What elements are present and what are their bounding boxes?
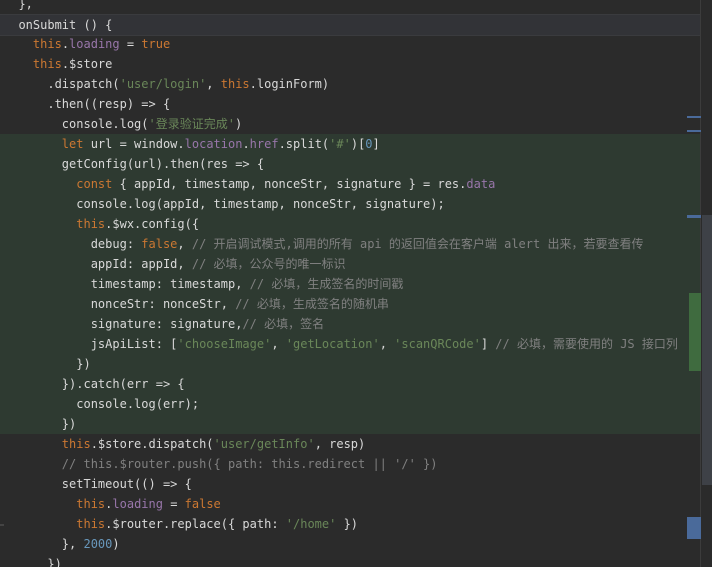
code-text: this.$router.replace({ path: '/home' }) bbox=[76, 517, 359, 531]
code-text: signature: signature,// 必填，签名 bbox=[4, 317, 325, 331]
code-line[interactable]: this.loading = true bbox=[0, 34, 700, 54]
code-text: console.log(err); bbox=[4, 397, 200, 411]
code-text: this.loading = true bbox=[32, 37, 171, 51]
code-text: this.$store.dispatch('user/getInfo', res… bbox=[61, 437, 366, 451]
code-line[interactable]: getConfig(url).then(res => { bbox=[0, 154, 700, 174]
editor-scrollbar[interactable] bbox=[687, 0, 712, 567]
code-text: }) bbox=[4, 357, 91, 371]
code-text: }) bbox=[4, 417, 77, 431]
code-line[interactable]: this.$router.replace({ path: '/home' }) bbox=[0, 514, 700, 534]
change-marker bbox=[689, 293, 701, 371]
code-text: jsApiList: ['chooseImage', 'getLocation'… bbox=[4, 337, 678, 351]
code-line[interactable]: setTimeout(() => { bbox=[0, 474, 700, 494]
code-text: appId: appId, // 必填，公众号的唯一标识 bbox=[4, 257, 346, 271]
code-line[interactable]: }, bbox=[0, 0, 700, 14]
code-line[interactable]: let url = window.location.href.split('#'… bbox=[0, 134, 700, 154]
code-line[interactable]: this.loading = false bbox=[0, 494, 700, 514]
code-line[interactable]: }) bbox=[0, 554, 700, 567]
scroll-marker-mid bbox=[687, 130, 701, 132]
code-line[interactable]: .then((resp) => { bbox=[0, 94, 700, 114]
code-editor[interactable]: }, onSubmit () { this.loading = true thi… bbox=[0, 0, 700, 567]
code-line[interactable]: onSubmit () { bbox=[0, 14, 700, 36]
code-text: nonceStr: nonceStr, // 必填，生成签名的随机串 bbox=[4, 297, 389, 311]
code-text: }, 2000) bbox=[4, 537, 120, 551]
code-text: // this.$router.push({ path: this.redire… bbox=[61, 457, 438, 471]
code-text: this.loading = false bbox=[76, 497, 221, 511]
code-text: this.$wx.config({ bbox=[76, 217, 200, 231]
code-line[interactable]: console.log(err); bbox=[0, 394, 700, 414]
fold-marker-icon[interactable] bbox=[0, 524, 4, 526]
code-line[interactable]: jsApiList: ['chooseImage', 'getLocation'… bbox=[0, 334, 700, 354]
code-line[interactable]: timestamp: timestamp, // 必填，生成签名的时间戳 bbox=[0, 274, 700, 294]
code-text: .then((resp) => { bbox=[4, 97, 171, 111]
scrollbar-thumb[interactable] bbox=[702, 215, 712, 485]
code-text: }).catch(err => { bbox=[4, 377, 185, 391]
code-text: let url = window.location.href.split('#'… bbox=[61, 137, 380, 151]
code-text: console.log(appId, timestamp, nonceStr, … bbox=[4, 197, 445, 211]
code-line[interactable]: this.$store.dispatch('user/getInfo', res… bbox=[0, 434, 700, 454]
code-line[interactable]: console.log(appId, timestamp, nonceStr, … bbox=[0, 194, 700, 214]
code-text: }) bbox=[4, 557, 62, 567]
code-text: getConfig(url).then(res => { bbox=[4, 157, 265, 171]
code-text: setTimeout(() => { bbox=[4, 477, 192, 491]
code-line[interactable]: }) bbox=[0, 414, 700, 434]
code-text: timestamp: timestamp, // 必填，生成签名的时间戳 bbox=[4, 277, 404, 291]
code-line[interactable]: }).catch(err => { bbox=[0, 374, 700, 394]
code-line[interactable]: console.log('登录验证完成') bbox=[0, 114, 700, 134]
code-line[interactable]: this.$wx.config({ bbox=[0, 214, 700, 234]
code-line[interactable]: signature: signature,// 必填，签名 bbox=[0, 314, 700, 334]
code-text: console.log('登录验证完成') bbox=[4, 117, 243, 131]
code-line[interactable]: .dispatch('user/login', this.loginForm) bbox=[0, 74, 700, 94]
code-text: debug: false, // 开启调试模式,调用的所有 api 的返回值会在… bbox=[4, 237, 644, 251]
scroll-marker-low bbox=[687, 215, 701, 218]
code-text: const { appId, timestamp, nonceStr, sign… bbox=[76, 177, 496, 191]
code-line[interactable]: const { appId, timestamp, nonceStr, sign… bbox=[0, 174, 700, 194]
code-line[interactable]: nonceStr: nonceStr, // 必填，生成签名的随机串 bbox=[0, 294, 700, 314]
code-line[interactable]: }) bbox=[0, 354, 700, 374]
code-line[interactable]: this.$store bbox=[0, 54, 700, 74]
code-text: }, bbox=[4, 0, 33, 11]
code-text: this.$store bbox=[32, 57, 113, 71]
code-line[interactable]: // this.$router.push({ path: this.redire… bbox=[0, 454, 700, 474]
code-line[interactable]: appId: appId, // 必填，公众号的唯一标识 bbox=[0, 254, 700, 274]
code-line[interactable]: }, 2000) bbox=[0, 534, 700, 554]
scroll-marker-top bbox=[687, 116, 701, 118]
scroll-position-marker bbox=[687, 517, 701, 539]
code-line[interactable]: debug: false, // 开启调试模式,调用的所有 api 的返回值会在… bbox=[0, 234, 700, 254]
code-text: onSubmit () { bbox=[4, 18, 113, 32]
code-text: .dispatch('user/login', this.loginForm) bbox=[4, 77, 330, 91]
